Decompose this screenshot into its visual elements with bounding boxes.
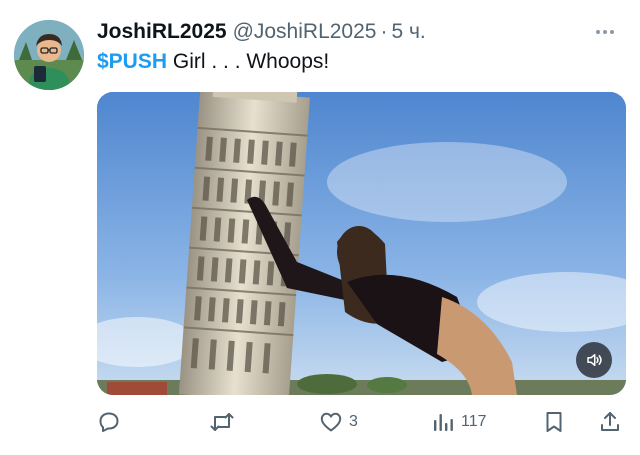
like-count: 3 <box>349 413 358 430</box>
bookmark-button[interactable] <box>543 402 565 442</box>
post-timestamp[interactable]: 5 ч. <box>391 20 425 44</box>
post-card[interactable]: JoshiRL2025 @JoshiRL2025 · 5 ч. $PUSH Gi… <box>0 0 640 455</box>
post-header: JoshiRL2025 @JoshiRL2025 · 5 ч. <box>97 17 620 47</box>
reply-icon <box>99 412 119 432</box>
share-icon <box>601 412 619 431</box>
post-body: Girl . . . Whoops! <box>167 50 330 73</box>
avatar[interactable] <box>14 20 84 90</box>
repost-icon <box>210 413 234 431</box>
views-count: 117 <box>461 413 487 430</box>
avatar-image <box>14 20 84 90</box>
cashtag-link[interactable]: $PUSH <box>97 50 167 73</box>
action-bar: 3 117 <box>97 402 625 442</box>
video-frame <box>97 92 626 395</box>
post-text: $PUSH Girl . . . Whoops! <box>97 50 329 74</box>
share-button[interactable] <box>598 402 622 442</box>
heart-icon <box>320 412 342 432</box>
display-name[interactable]: JoshiRL2025 <box>97 20 227 44</box>
views-button[interactable]: 117 <box>431 402 487 442</box>
separator-dot: · <box>380 20 388 43</box>
bookmark-icon <box>546 412 562 432</box>
volume-icon[interactable] <box>576 342 612 378</box>
views-chart-icon <box>434 414 453 431</box>
like-button[interactable]: 3 <box>319 402 358 442</box>
reply-button[interactable] <box>97 402 121 442</box>
user-handle[interactable]: @JoshiRL2025 <box>233 20 377 44</box>
repost-button[interactable] <box>209 402 235 442</box>
more-horizontal-icon[interactable] <box>590 21 620 43</box>
video-player[interactable] <box>97 92 626 395</box>
